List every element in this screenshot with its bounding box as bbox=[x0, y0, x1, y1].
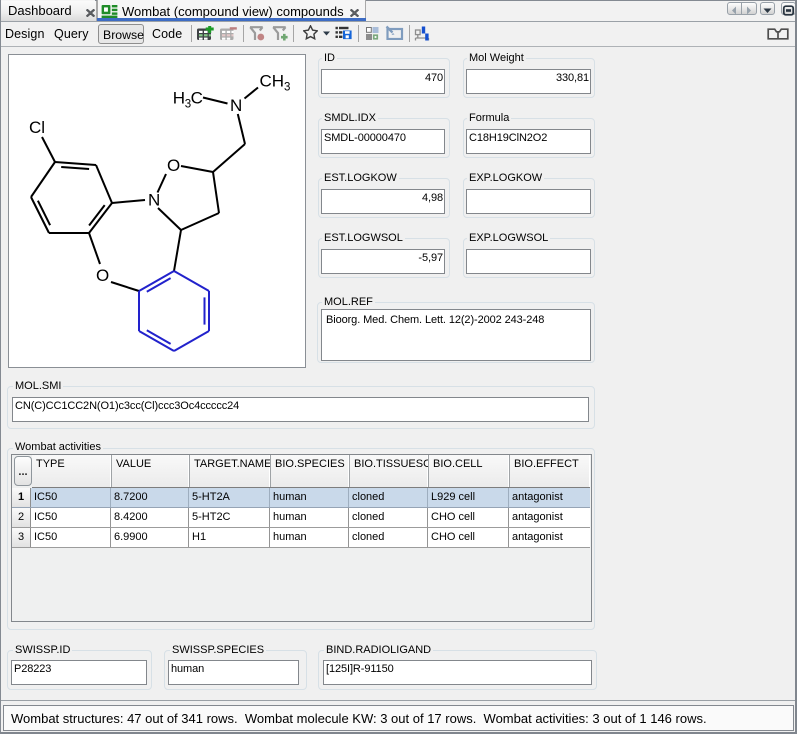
svg-text:H: H bbox=[272, 72, 284, 91]
svg-text:N: N bbox=[148, 191, 160, 210]
svg-text:Cl: Cl bbox=[29, 118, 45, 137]
svg-text:H: H bbox=[173, 88, 185, 107]
svg-text:C: C bbox=[260, 72, 272, 91]
svg-text:C: C bbox=[191, 88, 203, 107]
svg-text:N: N bbox=[230, 96, 242, 115]
svg-text:O: O bbox=[96, 266, 109, 285]
svg-text:O: O bbox=[167, 156, 180, 175]
svg-text:3: 3 bbox=[284, 82, 290, 94]
